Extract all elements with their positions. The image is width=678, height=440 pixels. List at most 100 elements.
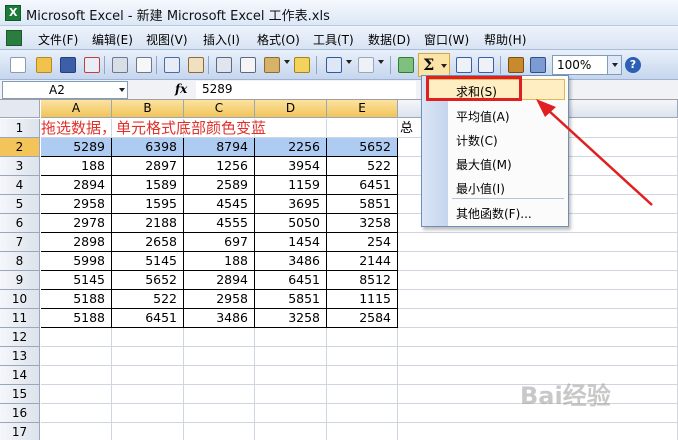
spelling-icon[interactable]	[164, 57, 180, 73]
data-cell[interactable]: 522	[112, 290, 184, 309]
grid-cell[interactable]	[184, 366, 255, 385]
row-header[interactable]: 12	[0, 328, 40, 347]
grid-cell[interactable]	[398, 233, 678, 252]
grid-cell[interactable]	[398, 328, 678, 347]
column-header[interactable]: C	[184, 100, 255, 118]
grid-cell[interactable]	[184, 423, 255, 440]
data-cell[interactable]: 2894	[184, 271, 255, 290]
column-header[interactable]: E	[327, 100, 398, 118]
row-header[interactable]: 1	[0, 119, 40, 138]
data-cell[interactable]: 2958	[184, 290, 255, 309]
help-icon[interactable]: ?	[625, 57, 641, 73]
copy-icon[interactable]	[240, 57, 256, 73]
menu-tools[interactable]: 工具(T)	[313, 31, 354, 48]
grid-cell[interactable]	[255, 423, 327, 440]
data-cell[interactable]: 5652	[112, 271, 184, 290]
new-icon[interactable]	[10, 57, 26, 73]
row-header[interactable]: 17	[0, 423, 40, 440]
redo-dropdown-arrow[interactable]	[378, 60, 384, 64]
data-cell[interactable]: 2188	[112, 214, 184, 233]
menu-item-min[interactable]: 最小值(I)	[456, 180, 505, 197]
data-cell[interactable]: 5145	[112, 252, 184, 271]
print-icon[interactable]	[112, 57, 128, 73]
data-cell[interactable]: 5050	[255, 214, 327, 233]
row-header[interactable]: 7	[0, 233, 40, 252]
grid-cell[interactable]	[255, 366, 327, 385]
paste-icon[interactable]	[264, 57, 280, 73]
grid-cell[interactable]	[184, 385, 255, 404]
zoom-dropdown-arrow[interactable]	[607, 56, 621, 74]
data-cell[interactable]: 5289	[41, 138, 112, 157]
open-icon[interactable]	[36, 57, 52, 73]
grid-cell[interactable]	[327, 347, 398, 366]
grid-cell[interactable]	[255, 347, 327, 366]
data-cell[interactable]: 5998	[41, 252, 112, 271]
grid-cell[interactable]	[327, 423, 398, 440]
menu-format[interactable]: 格式(O)	[257, 31, 300, 48]
grid-cell[interactable]	[112, 347, 184, 366]
autosum-button[interactable]: Σ	[418, 53, 450, 77]
data-cell[interactable]: 3258	[327, 214, 398, 233]
grid-cell[interactable]	[184, 328, 255, 347]
grid-cell[interactable]	[398, 271, 678, 290]
grid-cell[interactable]	[184, 404, 255, 423]
name-box-dropdown-arrow[interactable]	[119, 88, 125, 92]
menu-item-more-functions[interactable]: 其他函数(F)...	[456, 205, 532, 222]
undo-dropdown-arrow[interactable]	[346, 60, 352, 64]
menu-item-count[interactable]: 计数(C)	[456, 132, 498, 149]
menu-item-average[interactable]: 平均值(A)	[456, 108, 510, 125]
data-cell[interactable]: 188	[41, 157, 112, 176]
chart-wizard-icon[interactable]	[508, 57, 524, 73]
grid-cell[interactable]	[41, 328, 112, 347]
row-header[interactable]: 9	[0, 271, 40, 290]
menu-help[interactable]: 帮助(H)	[484, 31, 526, 48]
row-header[interactable]: 13	[0, 347, 40, 366]
grid-cell[interactable]	[327, 385, 398, 404]
data-cell[interactable]: 8512	[327, 271, 398, 290]
row-header[interactable]: 15	[0, 385, 40, 404]
row-header[interactable]: 10	[0, 290, 40, 309]
grid-cell[interactable]	[255, 404, 327, 423]
grid-cell[interactable]	[255, 328, 327, 347]
data-cell[interactable]: 2894	[41, 176, 112, 195]
menu-window[interactable]: 窗口(W)	[424, 31, 469, 48]
data-cell[interactable]: 6451	[112, 309, 184, 328]
data-cell[interactable]: 697	[184, 233, 255, 252]
data-cell[interactable]: 5851	[327, 195, 398, 214]
data-cell[interactable]: 3695	[255, 195, 327, 214]
redo-icon[interactable]	[358, 57, 374, 73]
data-cell[interactable]: 5188	[41, 290, 112, 309]
data-cell[interactable]: 2897	[112, 157, 184, 176]
grid-cell[interactable]	[112, 366, 184, 385]
grid-cell[interactable]	[41, 347, 112, 366]
grid-cell[interactable]	[184, 347, 255, 366]
grid-cell[interactable]	[41, 423, 112, 440]
data-cell[interactable]: 6451	[327, 176, 398, 195]
data-cell[interactable]: 4545	[184, 195, 255, 214]
select-all-corner[interactable]	[0, 100, 40, 118]
grid-cell[interactable]	[327, 328, 398, 347]
data-cell[interactable]: 2958	[41, 195, 112, 214]
data-cell[interactable]: 2144	[327, 252, 398, 271]
row-header[interactable]: 2	[0, 138, 40, 157]
row-header[interactable]: 8	[0, 252, 40, 271]
row-header[interactable]: 4	[0, 176, 40, 195]
data-cell[interactable]: 6398	[112, 138, 184, 157]
grid-cell[interactable]	[398, 309, 678, 328]
data-cell[interactable]: 1595	[112, 195, 184, 214]
data-cell[interactable]: 2256	[255, 138, 327, 157]
data-cell[interactable]: 1159	[255, 176, 327, 195]
print-preview-icon[interactable]	[136, 57, 152, 73]
data-cell[interactable]: 4555	[184, 214, 255, 233]
paste-dropdown-arrow[interactable]	[284, 60, 290, 64]
data-cell[interactable]: 1115	[327, 290, 398, 309]
data-cell[interactable]: 3258	[255, 309, 327, 328]
row-header[interactable]: 5	[0, 195, 40, 214]
format-painter-icon[interactable]	[294, 57, 310, 73]
sort-descending-icon[interactable]	[478, 57, 494, 73]
grid-cell[interactable]	[112, 404, 184, 423]
data-cell[interactable]: 2658	[112, 233, 184, 252]
insert-function-icon[interactable]: fx	[175, 82, 187, 96]
row-header[interactable]: 3	[0, 157, 40, 176]
hyperlink-icon[interactable]	[398, 57, 414, 73]
